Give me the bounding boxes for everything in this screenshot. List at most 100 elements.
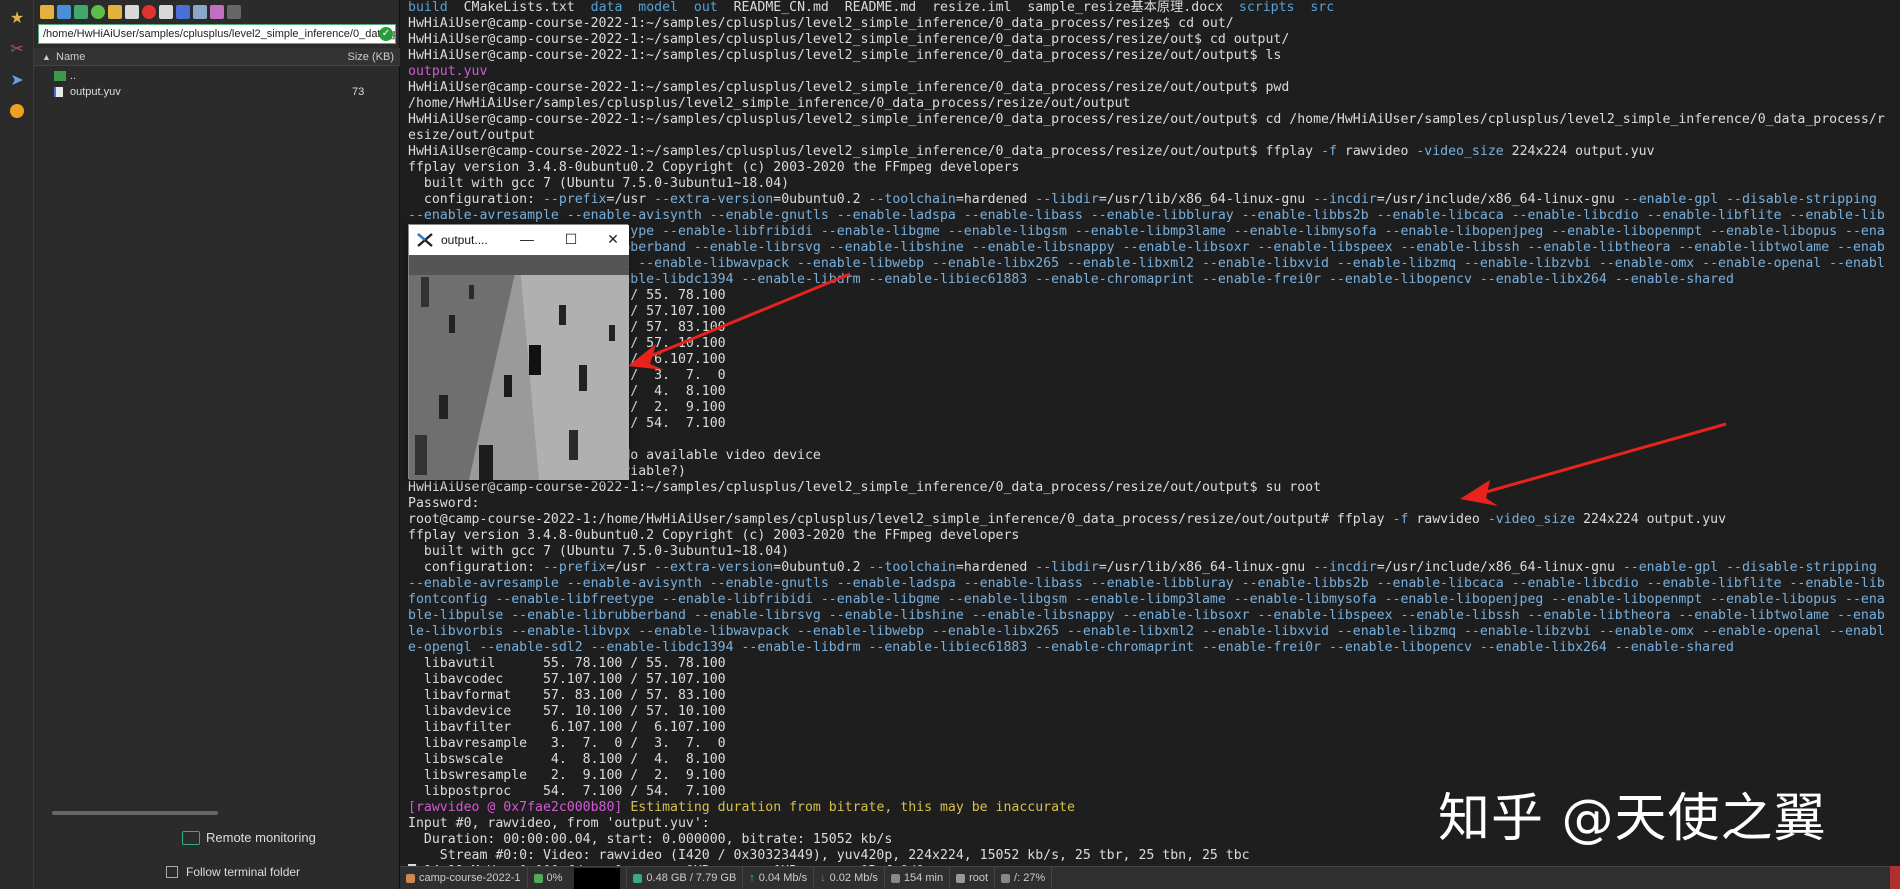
follow-terminal-folder-option[interactable]: Follow terminal folder	[166, 865, 300, 879]
edit-icon[interactable]	[159, 5, 173, 19]
status-edge	[1890, 866, 1900, 889]
terminal-text: libswresample 2. 9.100 / 2. 9.100	[408, 768, 726, 783]
upload-label: 0.04 Mb/s	[758, 872, 808, 884]
terminal-line: esize/out/output	[408, 128, 1900, 144]
download-arrow-icon: ↓	[820, 872, 826, 884]
ffplay-titlebar[interactable]: output.... — ☐ ✕	[409, 225, 629, 255]
tools-icon[interactable]: ✂	[4, 36, 30, 62]
terminal-icon[interactable]	[227, 5, 241, 19]
status-host[interactable]: camp-course-2022-1	[400, 866, 528, 889]
terminal-line: Password:	[408, 496, 1900, 512]
terminal-text: =/usr	[606, 192, 655, 207]
power-icon[interactable]	[4, 98, 30, 124]
terminal-text: esize/out/output	[408, 128, 536, 143]
terminal-line: le-libvorbis --enable-libvpx --enable-li…	[408, 256, 1900, 272]
new-file-icon[interactable]	[125, 5, 139, 19]
terminal-text: build	[408, 0, 448, 15]
terminal-text: model	[638, 0, 678, 15]
terminal-text: fontconfig --enable-libfreetype --enable…	[408, 224, 1885, 239]
terminal-line: output.yuv	[408, 64, 1900, 80]
folder-icon[interactable]	[40, 5, 54, 19]
terminal-text: configuration:	[408, 192, 543, 207]
terminal-text: ble-libpulse --enable-librubberband --en…	[408, 608, 1885, 623]
maximize-button[interactable]: ☐	[563, 231, 579, 247]
terminal-text: CMakeLists.txt	[447, 0, 591, 15]
settings-icon[interactable]	[210, 5, 224, 19]
confirm-path-icon[interactable]: ✓	[379, 27, 393, 41]
minimize-button[interactable]: —	[519, 231, 535, 247]
download-icon[interactable]	[57, 5, 71, 19]
refresh-icon[interactable]	[91, 5, 105, 19]
terminal-text: --prefix	[542, 192, 607, 207]
terminal-text: ffplay version 3.4.8-0ubuntu0.2 Copyrigh…	[408, 528, 1020, 543]
terminal-text: --enable-avresample --enable-avisynth --…	[408, 576, 1885, 591]
file-row-parent[interactable]: ..	[34, 68, 400, 84]
app-logo-icon	[417, 233, 433, 247]
terminal-line: libavutil 55. 78.100 / 55. 78.100	[408, 288, 1900, 304]
terminal-text: --libdir	[1035, 560, 1099, 575]
terminal-text: 224x224 output.yuv	[1503, 144, 1655, 159]
sort-asc-icon[interactable]: ▲	[42, 48, 51, 66]
terminal-line: libavresample 3. 7. 0 / 3. 7. 0	[408, 368, 1900, 384]
column-size[interactable]: Size (KB)	[348, 48, 394, 66]
star-icon[interactable]: ★	[4, 5, 30, 31]
status-user: root	[950, 866, 996, 889]
file-name: ..	[70, 70, 77, 82]
terminal-line: HwHiAiUser@camp-course-2022-1:~/samples/…	[408, 16, 1900, 32]
terminal-text: built with gcc 7 (Ubuntu 7.5.0-3ubuntu1~…	[408, 176, 790, 191]
terminal-text: libavutil 55. 78.100 / 55. 78.100	[408, 656, 726, 671]
host-label: camp-course-2022-1	[419, 872, 521, 884]
terminal-line: libavresample 3. 7. 0 / 3. 7. 0	[408, 736, 1900, 752]
video-frame	[409, 255, 629, 480]
terminal-line: build CMakeLists.txt data model out READ…	[408, 0, 1900, 16]
new-folder-icon[interactable]	[108, 5, 122, 19]
terminal-text: configuration:	[408, 560, 543, 575]
terminal-text: out	[693, 0, 718, 15]
status-disk: /: 27%	[995, 866, 1053, 889]
terminal-line: libavutil 55. 78.100 / 55. 78.100	[408, 656, 1900, 672]
terminal-line: libavfilter 6.107.100 / 6.107.100	[408, 352, 1900, 368]
remote-monitoring-button[interactable]: Remote monitoring	[182, 830, 316, 845]
file-row-output-yuv[interactable]: output.yuv 73	[34, 84, 400, 100]
disk-icon	[1001, 873, 1011, 883]
terminal-line: /home/HwHiAiUser/samples/cplusplus/level…	[408, 96, 1900, 112]
view-icon[interactable]	[193, 5, 207, 19]
terminal-line: --enable-avresample --enable-avisynth --…	[408, 208, 1900, 224]
horizontal-scrollbar[interactable]	[52, 811, 218, 815]
terminal-text: --incdir	[1313, 560, 1377, 575]
column-name[interactable]: Name	[56, 48, 85, 66]
terminal-text: -video_size	[1487, 512, 1576, 527]
terminal-line: libavfilter 6.107.100 / 6.107.100	[408, 720, 1900, 736]
disk-label: /: 27%	[1014, 872, 1046, 884]
close-button[interactable]: ✕	[605, 231, 621, 247]
upload-arrow-icon: ↑	[749, 872, 755, 884]
terminal-text: --toolchain	[868, 560, 956, 575]
terminal-text: root@camp-course-2022-1:/home/HwHiAiUser…	[408, 512, 1393, 527]
status-upload: ↑ 0.04 Mb/s	[743, 866, 815, 889]
send-icon[interactable]: ➤	[4, 67, 30, 93]
terminal-text: ffplay version 3.4.8-0ubuntu0.2 Copyrigh…	[408, 160, 1020, 175]
download-label: 0.02 Mb/s	[829, 872, 878, 884]
street-scene-image	[409, 255, 629, 480]
ffplay-window[interactable]: output.... — ☐ ✕	[408, 224, 629, 480]
terminal-text: =0ubuntu0.2	[773, 560, 869, 575]
terminal-line: No protocol specified	[408, 432, 1900, 448]
terminal-text: data	[590, 0, 623, 15]
terminal-line: libavdevice 57. 10.100 / 57. 10.100	[408, 704, 1900, 720]
delete-icon[interactable]	[142, 5, 156, 19]
terminal-text: le-libvorbis --enable-libvpx --enable-li…	[408, 624, 1885, 639]
properties-icon[interactable]	[176, 5, 190, 19]
terminal-line: HwHiAiUser@camp-course-2022-1:~/samples/…	[408, 80, 1900, 96]
upload-icon[interactable]	[74, 5, 88, 19]
path-input[interactable]: /home/HwHiAiUser/samples/cplusplus/level…	[38, 24, 396, 44]
terminal-text: libavfilter 6.107.100 / 6.107.100	[408, 720, 726, 735]
terminal-line: libpostproc 54. 7.100 / 54. 7.100	[408, 416, 1900, 432]
terminal-text: Password:	[408, 496, 480, 511]
terminal-text: e-opengl --enable-sdl2 --enable-libdc139…	[408, 640, 1734, 655]
terminal-text: Duration: 00:00:00.04, start: 0.000000, …	[408, 832, 893, 847]
status-uptime: 154 min	[885, 866, 951, 889]
ffplay-title: output....	[441, 233, 488, 247]
terminal-line: fontconfig --enable-libfreetype --enable…	[408, 592, 1900, 608]
follow-terminal-checkbox[interactable]	[166, 866, 178, 878]
terminal-text: Stream #0:0: Video: rawvideo (I420 / 0x3…	[408, 848, 1250, 863]
